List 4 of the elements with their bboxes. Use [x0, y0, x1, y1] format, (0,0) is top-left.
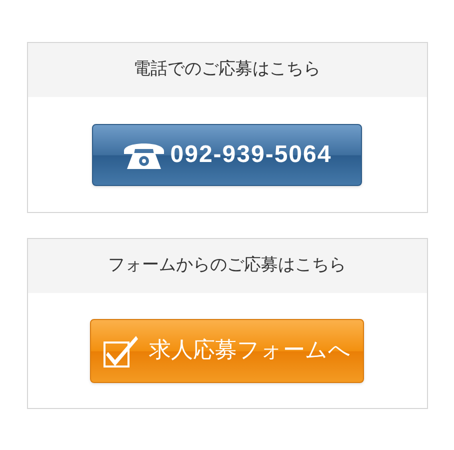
phone-number-button[interactable]: 092-939-5064 — [92, 124, 362, 186]
card-heading: フォームからのご応募はこちら — [108, 254, 346, 278]
card-heading: 電話でのご応募はこちら — [134, 58, 320, 82]
checkbox-check-icon — [103, 334, 139, 368]
